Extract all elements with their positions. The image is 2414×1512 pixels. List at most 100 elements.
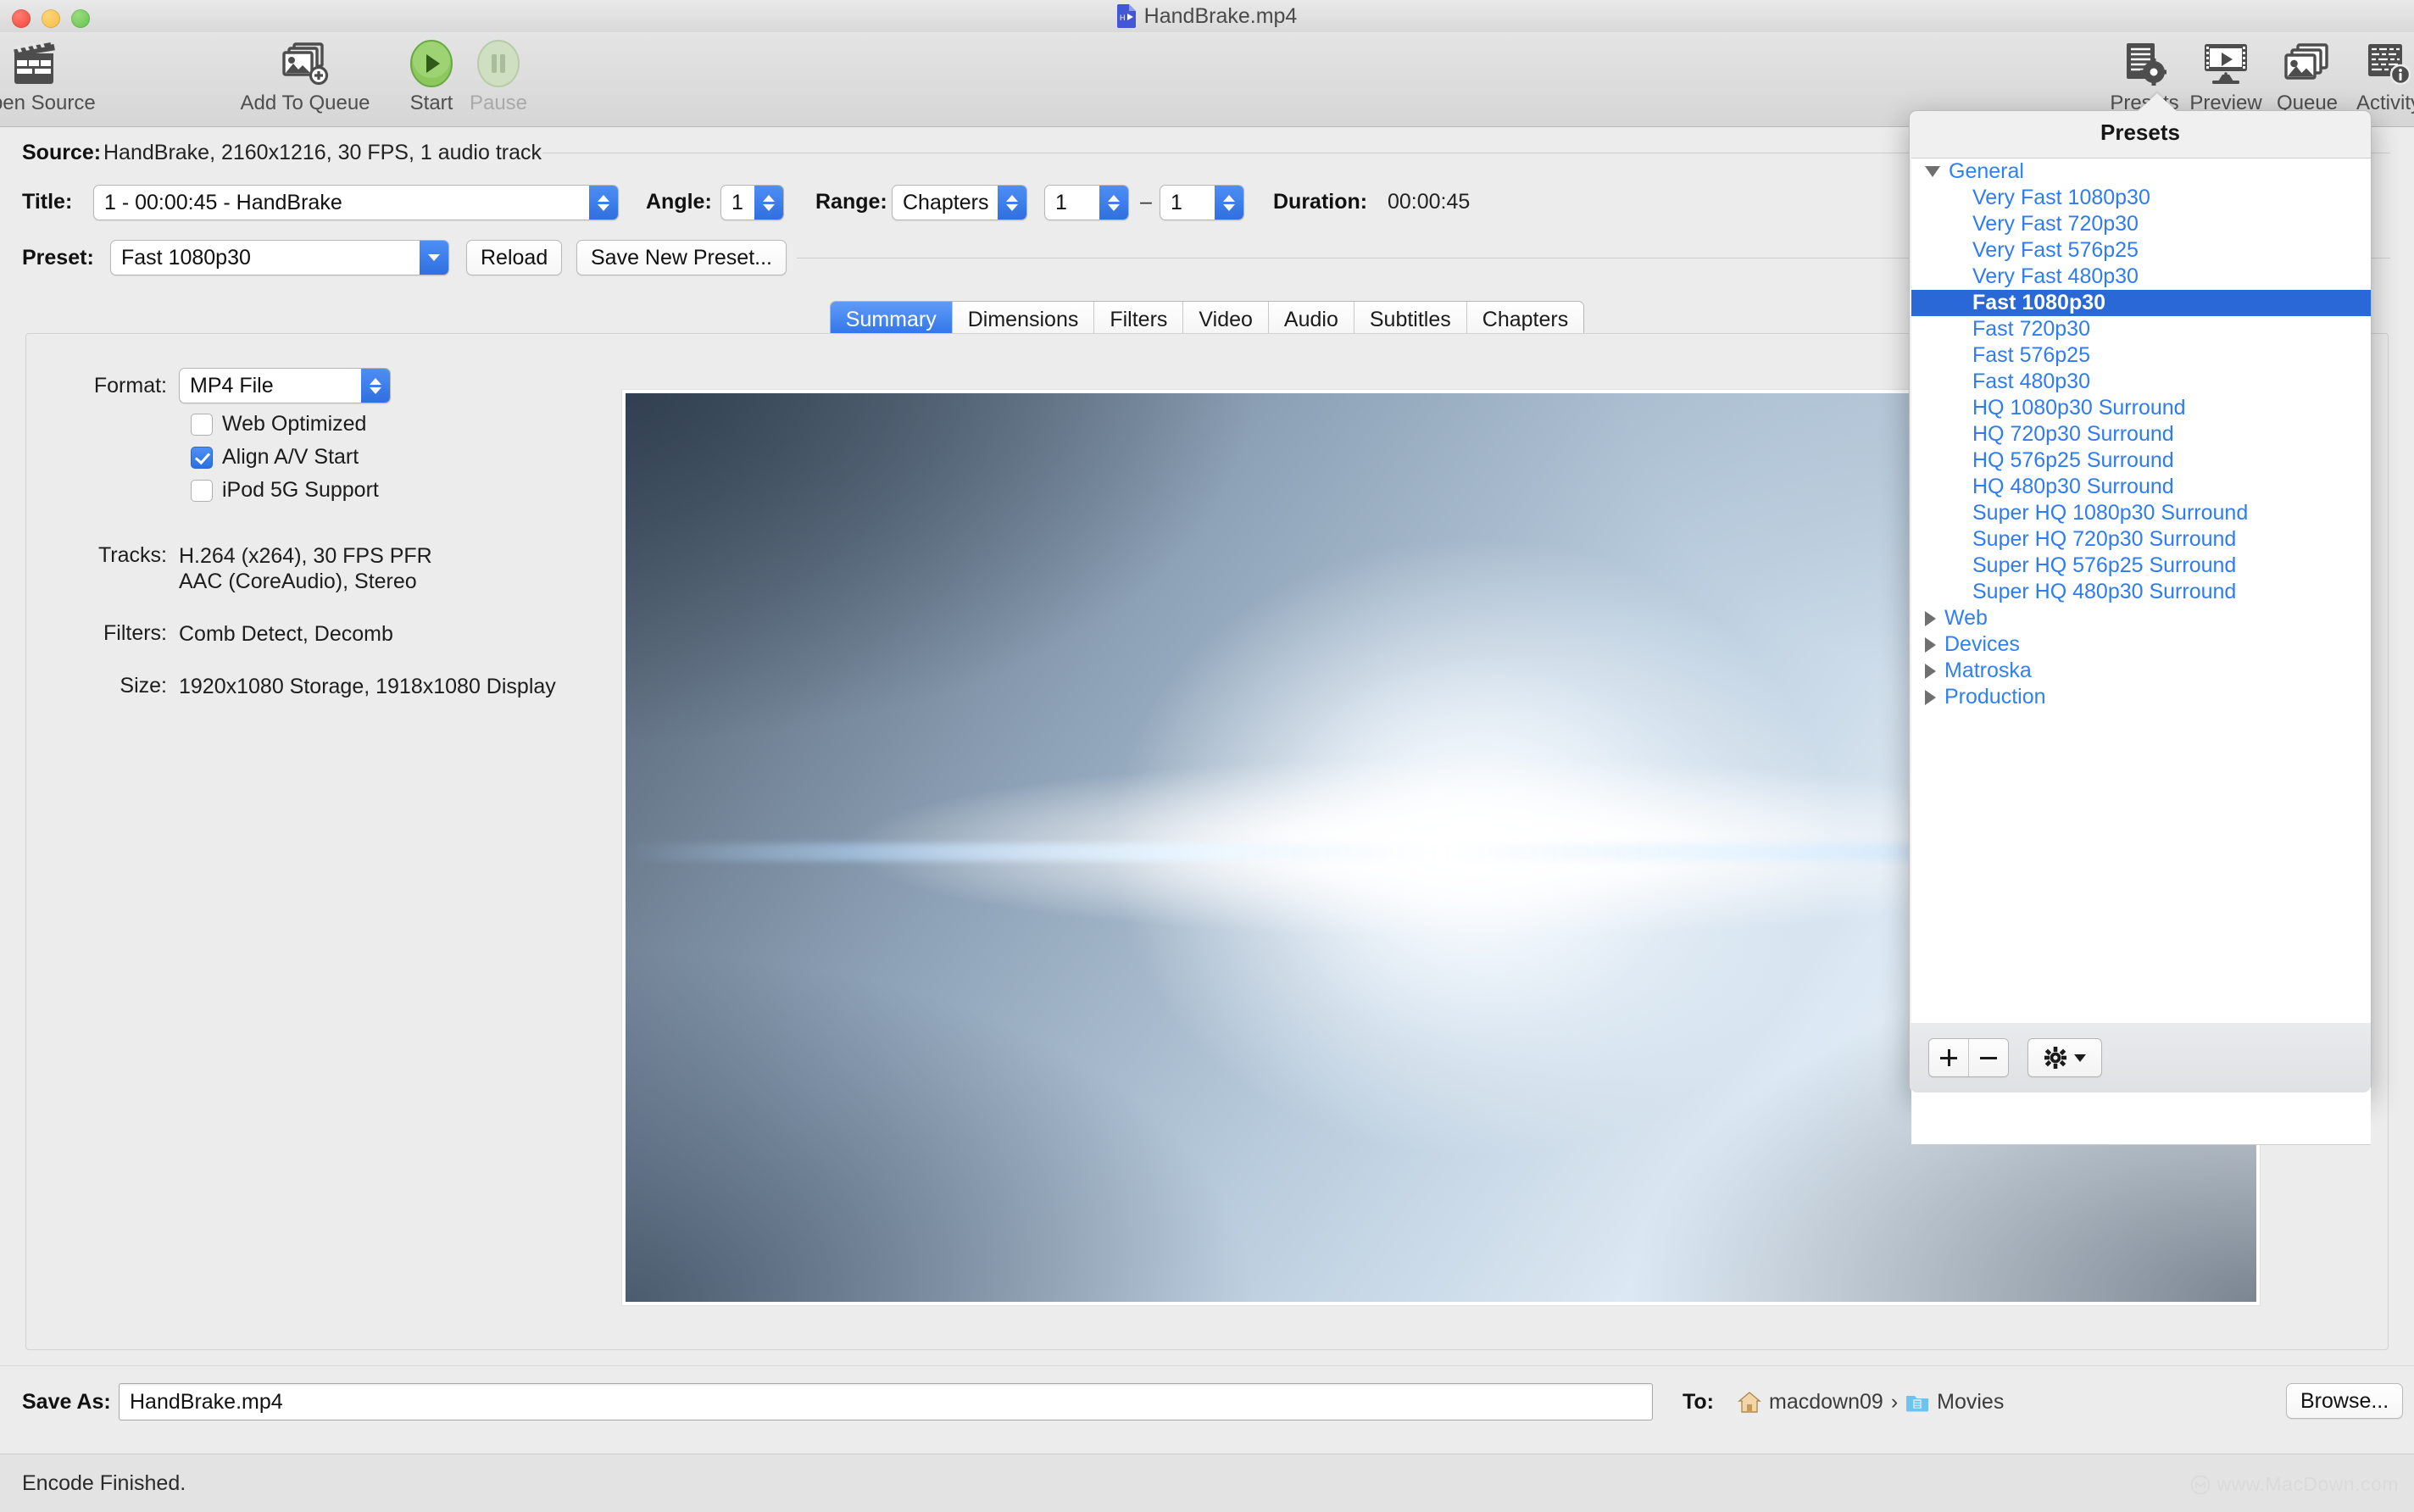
remove-preset-button[interactable] [1969,1039,2008,1076]
preset-select-value: Fast 1080p30 [121,245,251,270]
duration-label: Duration: [1273,190,1368,214]
preset-group-row[interactable]: Web [1911,605,2371,631]
add-to-queue-button[interactable]: Add To Queue [241,37,370,115]
save-as-input[interactable]: HandBrake.mp4 [119,1383,1653,1420]
tab-chapters[interactable]: Chapters [1466,302,1584,337]
path-separator: › [1890,1390,1899,1414]
disclosure-triangle-closed-icon[interactable] [1925,663,1936,679]
preset-item-row[interactable]: Very Fast 576p25 [1911,237,2371,264]
preset-group-row[interactable]: Devices [1911,631,2371,658]
pause-circle-icon [476,37,520,90]
title-label: Title: [22,190,73,214]
tab-video[interactable]: Video [1183,302,1269,337]
stepper-arrows-icon[interactable] [754,186,783,220]
angle-label: Angle: [646,190,712,214]
format-select[interactable]: MP4 File [179,368,391,403]
clapperboard-icon [11,37,60,90]
preset-item-row[interactable]: Super HQ 576p25 Surround [1911,553,2371,579]
stepper-arrows-icon[interactable] [1099,186,1128,220]
gear-icon [2044,1047,2066,1069]
preset-group-row[interactable]: General [1911,158,2371,185]
preset-item-row[interactable]: HQ 1080p30 Surround [1911,395,2371,421]
presets-list[interactable]: General Very Fast 1080p30 Very Fast 720p30… [1911,158,2371,1145]
browse-label: Browse... [2300,1388,2389,1413]
tab-subtitles[interactable]: Subtitles [1354,302,1467,337]
stepper-arrows-icon[interactable] [589,186,618,220]
save-as-bar: Save As: HandBrake.mp4 To: macdown09 › M… [0,1365,2414,1454]
stepper-arrows-icon[interactable] [998,186,1026,220]
duration-value: 00:00:45 [1388,190,1471,214]
range-start-value: 1 [1055,190,1067,214]
stepper-arrows-icon[interactable] [1215,186,1243,220]
checkbox-row-web-optimized[interactable]: Web Optimized [191,412,611,436]
pause-label: Pause [469,92,528,114]
disclosure-triangle-open-icon[interactable] [1925,166,1940,177]
activity-button[interactable]: Activity [2325,37,2414,115]
source-label: Source: [22,141,102,164]
preset-item-row[interactable]: HQ 480p30 Surround [1911,474,2371,500]
preset-select[interactable]: Fast 1080p30 [110,240,449,275]
preset-item-row[interactable]: Fast 1080p30 [1911,290,2371,316]
tab-label: Audio [1283,307,1338,331]
title-select[interactable]: 1 - 00:00:45 - HandBrake [93,185,619,220]
open-source-label: Open Source [0,92,96,114]
preset-item-row[interactable]: Very Fast 720p30 [1911,211,2371,237]
disclosure-triangle-closed-icon[interactable] [1925,636,1936,653]
preset-label: Fast 480p30 [1972,370,2090,393]
preset-label: HQ 576p25 Surround [1972,448,2174,472]
disclosure-triangle-closed-icon[interactable] [1925,610,1936,626]
preset-item-row[interactable]: HQ 576p25 Surround [1911,447,2371,474]
reload-button[interactable]: Reload [466,240,563,275]
save-new-preset-button[interactable]: Save New Preset... [576,240,787,275]
save-as-label: Save As: [22,1390,111,1414]
add-preset-button[interactable] [1929,1039,1969,1076]
preset-label: Devices [1944,632,2020,656]
tab-label: Chapters [1482,307,1569,331]
preset-label: Fast 720p30 [1972,317,2090,341]
preset-item-row[interactable]: HQ 720p30 Surround [1911,421,2371,447]
checkbox-unchecked-icon[interactable] [191,479,213,502]
title-select-value: 1 - 00:00:45 - HandBrake [104,190,342,214]
disclosure-triangle-closed-icon[interactable] [1925,689,1936,705]
range-start-stepper[interactable]: 1 [1044,185,1129,220]
browse-button[interactable]: Browse... [2286,1383,2404,1419]
preset-item-row[interactable]: Fast 576p25 [1911,342,2371,369]
preset-item-row[interactable]: Super HQ 720p30 Surround [1911,526,2371,553]
open-source-button[interactable]: Open Source [0,37,99,115]
tab-label: Dimensions [967,307,1079,331]
checkbox-unchecked-icon[interactable] [191,413,213,436]
checkbox-checked-icon[interactable] [191,446,213,469]
tracks-line-1: H.264 (x264), 30 FPS PFR [179,544,432,568]
presets-popover-title: Presets [2100,120,2180,145]
save-new-preset-label: Save New Preset... [591,245,772,270]
filters-label: Filters: [103,621,167,645]
tab-summary[interactable]: Summary [830,302,953,337]
checkbox-row-ipod-5g-support[interactable]: iPod 5G Support [191,478,611,503]
preset-group-row[interactable]: Production [1911,684,2371,710]
site-watermark: www.MacDown.com [2190,1473,2399,1496]
tab-audio[interactable]: Audio [1268,302,1354,337]
preset-item-row[interactable]: Fast 480p30 [1911,369,2371,395]
range-type-select[interactable]: Chapters [892,185,1027,220]
stepper-arrows-icon[interactable] [361,369,390,403]
preset-group-row[interactable]: Matroska [1911,658,2371,684]
checkbox-row-align-a-v-start[interactable]: Align A/V Start [191,445,611,470]
tab-dimensions[interactable]: Dimensions [952,302,1095,337]
preset-item-row[interactable]: Super HQ 480p30 Surround [1911,579,2371,605]
chevron-down-icon[interactable] [420,241,448,275]
range-end-stepper[interactable]: 1 [1160,185,1244,220]
tab-filters[interactable]: Filters [1094,302,1184,337]
preset-actions-button[interactable] [2027,1038,2102,1077]
status-bar: Encode Finished. www.MacDown.com [0,1454,2414,1512]
destination-path[interactable]: macdown09 › Movies [1738,1390,2004,1415]
preset-item-row[interactable]: Fast 720p30 [1911,316,2371,342]
preset-item-row[interactable]: Super HQ 1080p30 Surround [1911,500,2371,526]
angle-stepper[interactable]: 1 [720,185,784,220]
preset-label: General [1949,159,2024,183]
format-label: Format: [93,373,167,397]
preset-item-row[interactable]: Very Fast 1080p30 [1911,185,2371,211]
preset-label: HQ 720p30 Surround [1972,422,2174,446]
preset-item-row[interactable]: Very Fast 480p30 [1911,264,2371,290]
window-title: H HandBrake.mp4 [0,0,2414,32]
svg-text:H: H [1120,14,1126,22]
